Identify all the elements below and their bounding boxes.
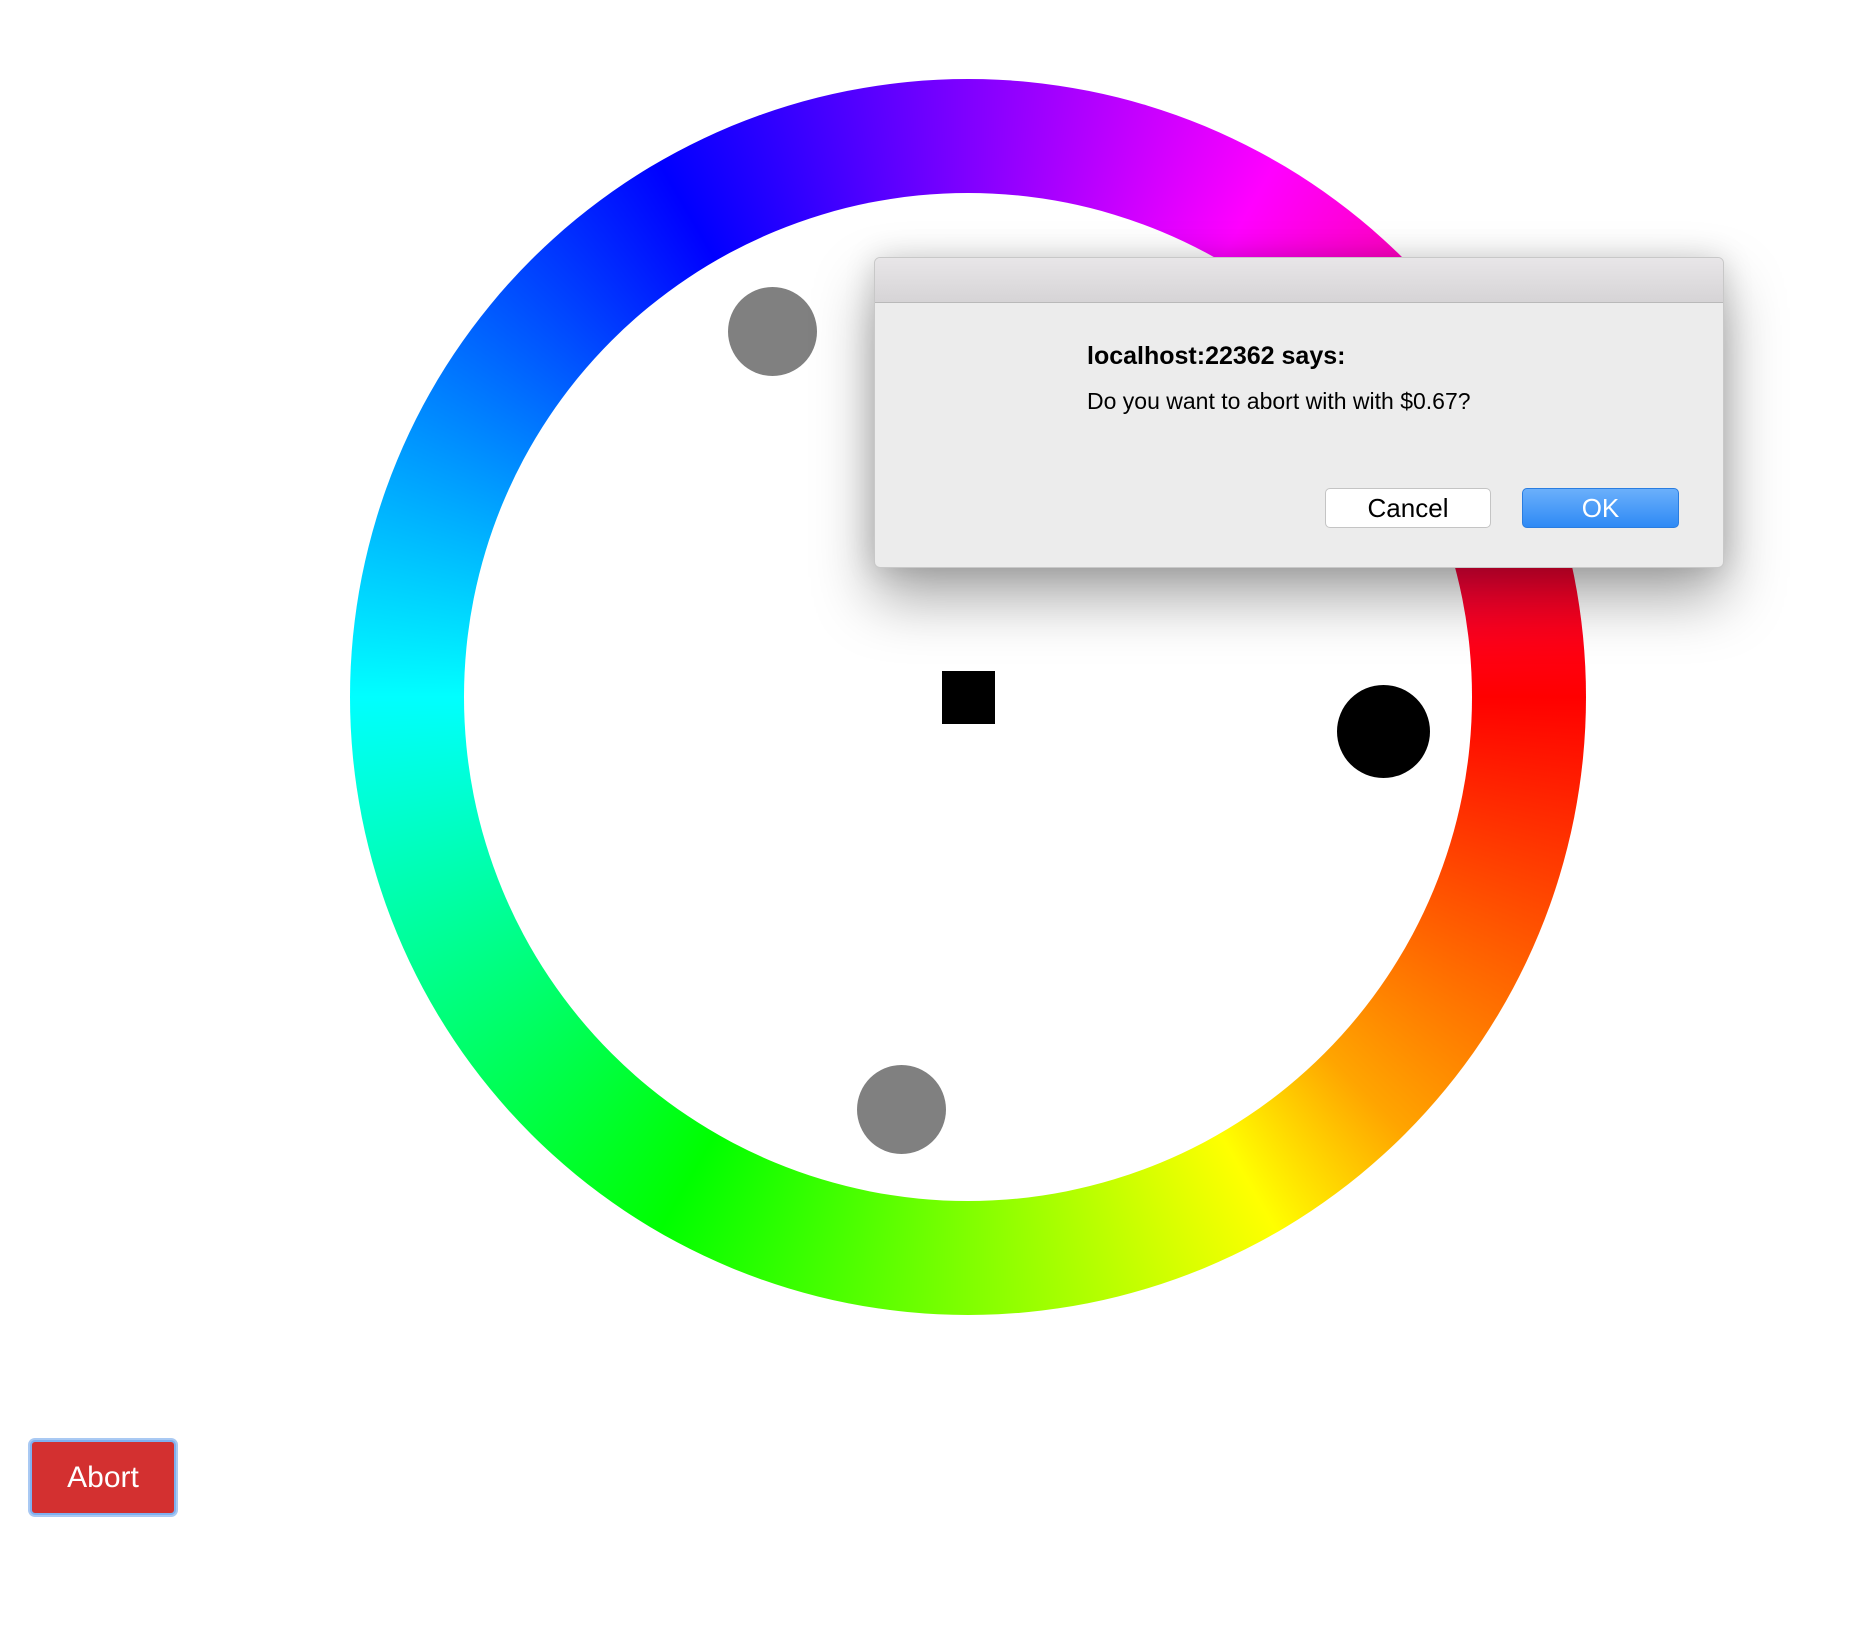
gray-circle-marker-bottom[interactable] xyxy=(857,1065,946,1154)
ok-button[interactable]: OK xyxy=(1522,488,1679,528)
center-square-marker xyxy=(942,671,995,724)
dialog-message: Do you want to abort with with $0.67? xyxy=(1087,388,1471,414)
alert-dialog: localhost:22362 says: Do you want to abo… xyxy=(874,257,1724,568)
black-circle-marker[interactable] xyxy=(1337,685,1430,778)
gray-circle-marker-top[interactable] xyxy=(728,287,817,376)
dialog-title: localhost:22362 says: xyxy=(1087,342,1346,370)
abort-button[interactable]: Abort xyxy=(30,1440,176,1515)
dialog-titlebar[interactable] xyxy=(875,258,1723,303)
page: Abort localhost:22362 says: Do you want … xyxy=(0,0,1850,1648)
cancel-button[interactable]: Cancel xyxy=(1325,488,1491,528)
